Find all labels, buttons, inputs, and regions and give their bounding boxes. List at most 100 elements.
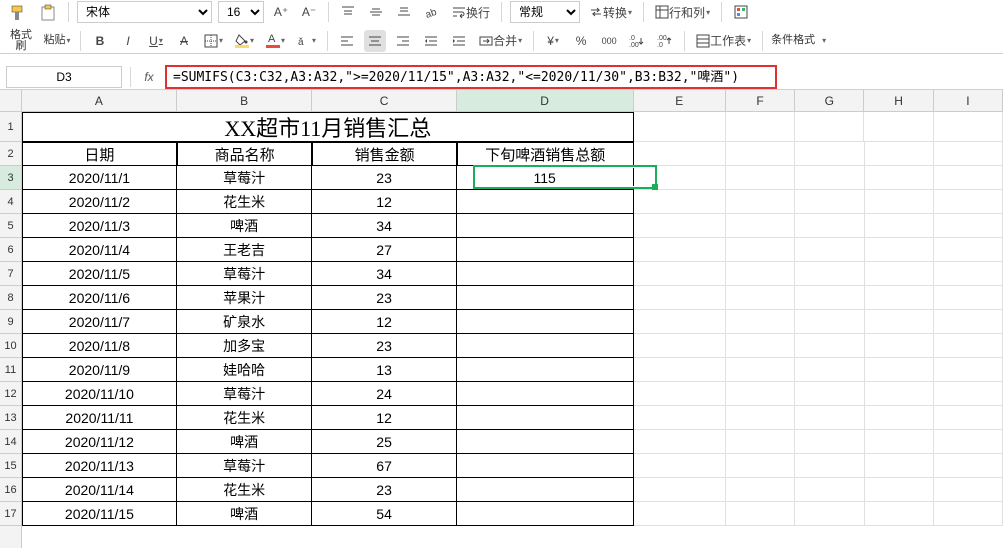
data-cell[interactable]: 啤酒 <box>177 502 313 526</box>
data-cell[interactable]: 王老吉 <box>177 238 313 262</box>
cell-blank[interactable] <box>726 334 795 358</box>
data-cell[interactable]: 啤酒 <box>177 430 313 454</box>
cell-blank[interactable] <box>934 142 1003 166</box>
cell-blank[interactable] <box>934 238 1003 262</box>
paste-button[interactable] <box>36 2 60 24</box>
data-cell[interactable]: 54 <box>312 502 456 526</box>
col-header-B[interactable]: B <box>177 90 313 111</box>
cell-blank[interactable] <box>795 214 864 238</box>
cell-blank[interactable] <box>634 454 726 478</box>
cell-blank[interactable] <box>865 166 934 190</box>
row-header-10[interactable]: 10 <box>0 334 21 358</box>
data-cell[interactable] <box>457 430 634 454</box>
dec-decimal-button[interactable]: .00.0 <box>654 30 676 52</box>
cell-blank[interactable] <box>934 190 1003 214</box>
cell-blank[interactable] <box>795 334 864 358</box>
data-cell[interactable]: 娃哈哈 <box>177 358 313 382</box>
data-cell[interactable]: 花生米 <box>177 406 313 430</box>
row-header-12[interactable]: 12 <box>0 382 21 406</box>
cell-blank[interactable] <box>726 142 795 166</box>
cell-blank[interactable] <box>865 238 934 262</box>
cell-blank[interactable] <box>934 430 1003 454</box>
cell-blank[interactable] <box>726 310 795 334</box>
border-button[interactable]: ▾ <box>201 30 226 52</box>
data-cell[interactable]: 2020/11/7 <box>22 310 177 334</box>
cell-blank[interactable] <box>795 262 864 286</box>
data-cell[interactable]: 2020/11/2 <box>22 190 177 214</box>
cell-blank[interactable] <box>934 166 1003 190</box>
cell-blank[interactable] <box>726 286 795 310</box>
percent-button[interactable]: % <box>570 30 592 52</box>
data-cell[interactable]: 23 <box>312 166 456 190</box>
thousand-sep-button[interactable]: 000 <box>598 30 620 52</box>
cell-blank[interactable] <box>934 310 1003 334</box>
row-header-9[interactable]: 9 <box>0 310 21 334</box>
fill-color-button[interactable]: ▾ <box>232 30 257 52</box>
cell-blank[interactable] <box>634 382 726 406</box>
data-cell[interactable]: 草莓汁 <box>177 262 313 286</box>
data-cell[interactable]: 2020/11/6 <box>22 286 177 310</box>
bold-button[interactable]: B <box>89 30 111 52</box>
data-cell[interactable]: 23 <box>312 334 456 358</box>
col-header-E[interactable]: E <box>634 90 726 111</box>
font-size-select[interactable]: 16 <box>218 1 264 23</box>
row-header-6[interactable]: 6 <box>0 238 21 262</box>
data-cell[interactable] <box>457 262 634 286</box>
data-cell[interactable]: 2020/11/14 <box>22 478 177 502</box>
cell-blank[interactable] <box>634 286 726 310</box>
row-header-1[interactable]: 1 <box>0 112 21 142</box>
data-cell[interactable]: 2020/11/11 <box>22 406 177 430</box>
data-cell[interactable]: 加多宝 <box>177 334 313 358</box>
cell-blank[interactable] <box>795 142 864 166</box>
data-cell[interactable] <box>457 382 634 406</box>
cell-blank[interactable] <box>634 214 726 238</box>
cell-blank[interactable] <box>634 310 726 334</box>
inc-font-button[interactable]: A⁺ <box>270 1 292 23</box>
cell-blank[interactable] <box>726 214 795 238</box>
cell-blank[interactable] <box>795 454 864 478</box>
cell-blank[interactable] <box>726 262 795 286</box>
data-cell[interactable]: 115 <box>457 166 634 190</box>
col-header-A[interactable]: A <box>22 90 177 111</box>
cell-blank[interactable] <box>634 334 726 358</box>
cell-blank[interactable] <box>934 214 1003 238</box>
col-header-G[interactable]: G <box>795 90 864 111</box>
data-cell[interactable]: 草莓汁 <box>177 454 313 478</box>
font-color-button[interactable]: A ▾ <box>263 30 288 52</box>
cell-blank[interactable] <box>865 310 934 334</box>
row-header-14[interactable]: 14 <box>0 430 21 454</box>
grid[interactable]: XX超市11月销售汇总日期商品名称销售金额下旬啤酒销售总额2020/11/1草莓… <box>22 112 1003 548</box>
data-cell[interactable]: 27 <box>312 238 456 262</box>
cell-blank[interactable] <box>795 166 864 190</box>
fx-label[interactable]: fx <box>139 70 159 84</box>
select-all-corner[interactable] <box>0 90 22 112</box>
data-cell[interactable] <box>457 406 634 430</box>
cell-blank[interactable] <box>795 358 864 382</box>
data-cell[interactable]: 2020/11/4 <box>22 238 177 262</box>
strike-button[interactable]: A <box>173 30 195 52</box>
worksheet-button[interactable]: 工作表▾ <box>693 30 754 52</box>
align-right-button[interactable] <box>392 30 414 52</box>
data-cell[interactable]: 24 <box>312 382 456 406</box>
cell-blank[interactable] <box>865 334 934 358</box>
data-cell[interactable]: 12 <box>312 190 456 214</box>
cell-blank[interactable] <box>864 112 933 142</box>
row-header-4[interactable]: 4 <box>0 190 21 214</box>
cell-blank[interactable] <box>726 478 795 502</box>
cell-blank[interactable] <box>634 190 726 214</box>
cell-blank[interactable] <box>726 382 795 406</box>
row-header-15[interactable]: 15 <box>0 454 21 478</box>
dec-indent-button[interactable] <box>420 30 442 52</box>
convert-button[interactable]: 转换▾ <box>586 1 635 23</box>
cell-blank[interactable] <box>934 358 1003 382</box>
data-cell[interactable]: 2020/11/12 <box>22 430 177 454</box>
merge-button[interactable]: 合并▾ <box>476 30 525 52</box>
inc-decimal-button[interactable]: .0.00 <box>626 30 648 52</box>
data-cell[interactable]: 12 <box>312 310 456 334</box>
cell-blank[interactable] <box>795 502 864 526</box>
row-header-8[interactable]: 8 <box>0 286 21 310</box>
cell-blank[interactable] <box>795 382 864 406</box>
data-cell[interactable]: 花生米 <box>177 478 313 502</box>
cell-blank[interactable] <box>726 502 795 526</box>
rowcol-button[interactable]: 行和列▾ <box>652 1 713 23</box>
